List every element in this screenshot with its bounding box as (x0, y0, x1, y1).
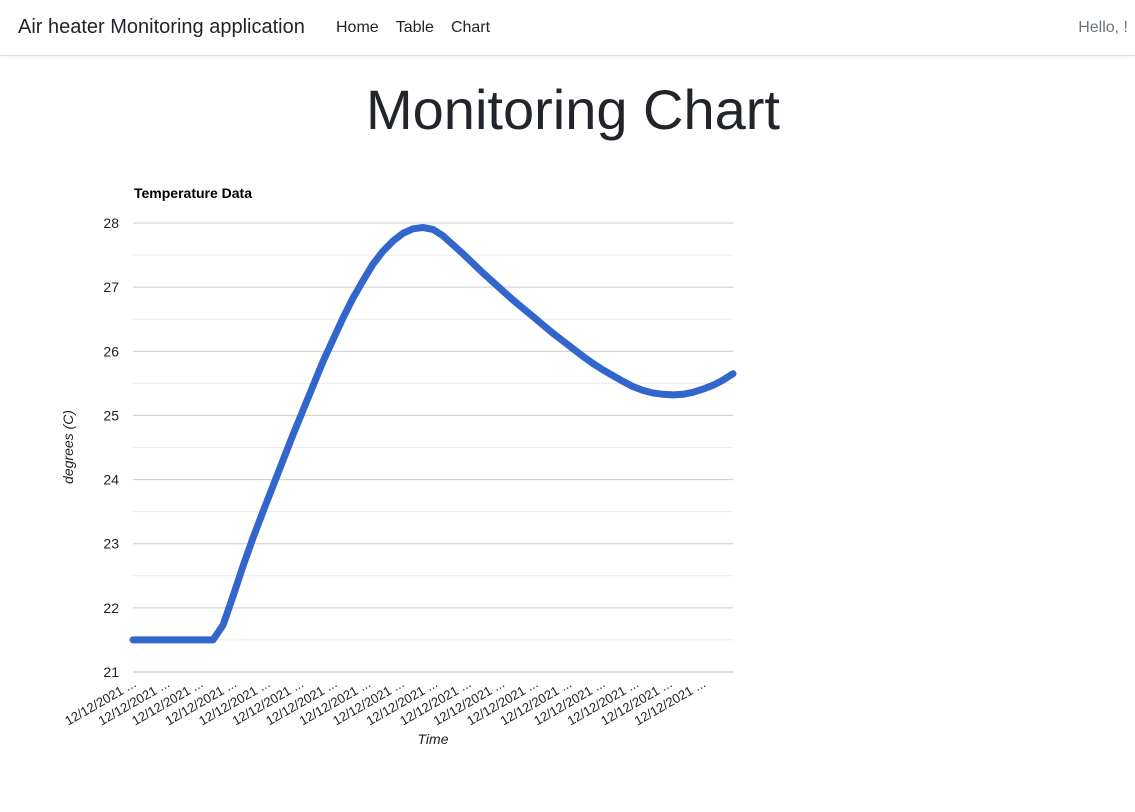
series-line (129, 224, 737, 644)
brand-link[interactable]: Air heater Monitoring application (18, 16, 305, 39)
y-tick-label: 27 (103, 279, 119, 295)
y-tick-label: 24 (103, 472, 119, 488)
page-title: Monitoring Chart (366, 78, 780, 141)
nav-link-home[interactable]: Home (336, 19, 379, 37)
chart-title: Temperature Data (134, 185, 252, 201)
x-tick-labels: 12/12/2021 ...12/12/2021 ...12/12/2021 .… (62, 676, 708, 729)
temperature-chart: Temperature Data 21 22 23 24 25 26 27 28 12/12/… (60, 185, 737, 747)
y-axis-title: degrees (C) (60, 410, 76, 484)
y-tick-labels: 21 22 23 24 25 26 27 28 (103, 215, 119, 680)
y-tick-label: 26 (103, 343, 119, 359)
y-tick-label: 28 (103, 215, 119, 231)
y-tick-label: 21 (103, 664, 119, 680)
y-tick-label: 23 (103, 536, 119, 552)
nav-link-table[interactable]: Table (396, 19, 434, 37)
y-tick-label: 22 (103, 600, 119, 616)
nav-link-chart[interactable]: Chart (451, 19, 490, 37)
x-axis-title: Time (418, 731, 449, 747)
nav-links: Home Table Chart (336, 19, 490, 37)
user-greeting: Hello, ! (1078, 19, 1128, 36)
navbar: Air heater Monitoring application Home T… (0, 0, 1135, 56)
y-tick-label: 25 (103, 407, 119, 423)
gridlines (133, 222, 733, 673)
